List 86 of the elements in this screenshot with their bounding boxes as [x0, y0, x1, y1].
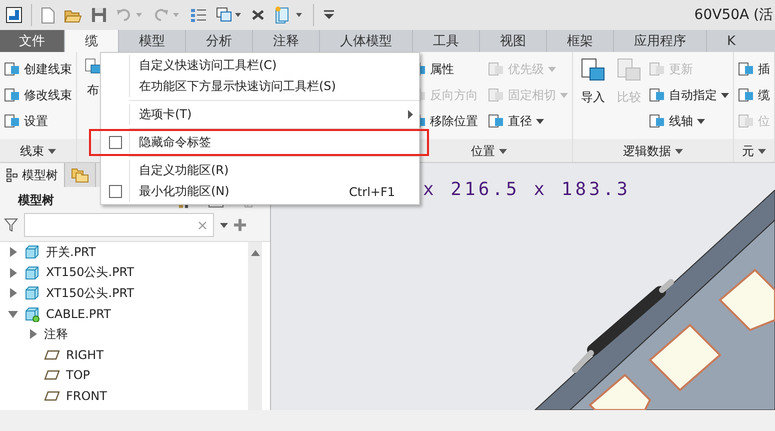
- command-icon: [488, 87, 504, 103]
- ribbon-button[interactable]: 自动指定: [649, 82, 729, 108]
- dimension-text: x 216.5 x 183.3: [423, 179, 631, 200]
- command-icon: [4, 61, 20, 77]
- scrollbar[interactable]: [248, 242, 262, 410]
- plane-icon: [44, 390, 60, 402]
- new-file-icon[interactable]: [41, 6, 55, 24]
- cube-icon: [24, 285, 40, 302]
- tree-item[interactable]: RIGHT: [66, 348, 104, 362]
- sheets-icon[interactable]: [274, 6, 304, 24]
- ribbon-button[interactable]: 直径: [488, 108, 568, 134]
- windows-icon[interactable]: [216, 7, 242, 23]
- ribbon-tab[interactable]: 缆: [64, 30, 118, 52]
- tree-item[interactable]: XT150公头.PRT: [46, 264, 134, 282]
- panel-title: 模型树: [18, 192, 54, 208]
- caret-icon: [499, 148, 507, 154]
- clear-icon[interactable]: [198, 220, 207, 230]
- command-icon: [488, 113, 504, 129]
- collapse-arrow-icon[interactable]: [8, 308, 18, 319]
- command-icon: [581, 58, 605, 81]
- menu-item[interactable]: 最小化功能区(N): [130, 183, 230, 200]
- expand-arrow-icon[interactable]: [8, 268, 18, 278]
- window-title: 60V50A (活: [694, 6, 774, 24]
- group-label[interactable]: 位置: [471, 142, 495, 160]
- expand-arrow-icon[interactable]: [8, 288, 18, 298]
- tree-item[interactable]: XT150公头.PRT: [46, 284, 134, 302]
- tree-item[interactable]: 注释: [44, 326, 68, 343]
- app-icon[interactable]: [6, 7, 22, 23]
- panel-tab[interactable]: [65, 163, 96, 187]
- ribbon-button[interactable]: 设置: [4, 108, 72, 134]
- command-icon: [649, 61, 665, 77]
- filter-icon[interactable]: [4, 218, 18, 232]
- ribbon-button[interactable]: 导入: [577, 56, 609, 140]
- plane-icon: [44, 348, 60, 361]
- checkbox[interactable]: [108, 185, 122, 198]
- ribbon-button[interactable]: 线轴: [649, 108, 729, 134]
- tree-item[interactable]: FRONT: [66, 388, 107, 403]
- shortcut-text: Ctrl+F1: [349, 184, 396, 198]
- cube-icon: [24, 306, 40, 322]
- panel-tab[interactable]: 模型树: [0, 163, 65, 187]
- folders-icon: [71, 167, 89, 183]
- checkbox[interactable]: [108, 136, 122, 149]
- ribbon-button[interactable]: 修改线束: [4, 82, 72, 108]
- caret-icon[interactable]: [220, 222, 228, 228]
- group-label[interactable]: 元: [742, 142, 754, 160]
- menu-item[interactable]: 在功能区下方显示快速访问工具栏(S): [130, 78, 336, 95]
- submenu-arrow-icon: [408, 110, 413, 119]
- command-icon: [649, 87, 665, 103]
- file-tab[interactable]: 文件: [0, 30, 64, 52]
- close-icon[interactable]: [251, 9, 265, 21]
- menu-item[interactable]: 自定义功能区(R): [130, 162, 229, 179]
- menu-item[interactable]: 选项卡(T): [130, 106, 192, 123]
- cube-icon: [24, 244, 40, 260]
- caret-icon: [675, 148, 683, 154]
- group-label[interactable]: 线束: [20, 142, 44, 160]
- plus-icon[interactable]: [234, 219, 246, 231]
- tree-item[interactable]: 开关.PRT: [46, 244, 96, 261]
- customize-toolbar-icon[interactable]: [323, 10, 335, 20]
- save-icon[interactable]: [91, 7, 107, 23]
- command-icon: [488, 61, 504, 77]
- command-icon: [738, 87, 754, 103]
- command-icon: [617, 58, 641, 81]
- regenerate-icon[interactable]: [190, 7, 207, 23]
- tree-item[interactable]: CABLE.PRT: [46, 306, 111, 321]
- plane-icon: [44, 369, 60, 382]
- tree-item[interactable]: TOP: [66, 368, 90, 382]
- command-icon: [649, 113, 665, 129]
- caret-icon: [758, 148, 766, 154]
- command-icon: [738, 113, 754, 129]
- group-label[interactable]: 逻辑数据: [623, 142, 671, 160]
- search-field[interactable]: [24, 213, 214, 237]
- ribbon-button[interactable]: 缆: [738, 82, 770, 108]
- open-folder-icon[interactable]: [64, 8, 82, 22]
- tree-icon: [6, 168, 18, 182]
- ribbon-button[interactable]: 插: [738, 56, 770, 82]
- ribbon-button[interactable]: 创建线束: [4, 56, 72, 82]
- command-icon: [738, 61, 754, 77]
- caret-icon: [48, 148, 56, 154]
- command-icon: [4, 113, 20, 129]
- scroll-up-icon[interactable]: [250, 250, 260, 256]
- cube-icon: [24, 264, 40, 281]
- menu-item[interactable]: 隐藏命令标签: [130, 134, 211, 151]
- expand-arrow-icon[interactable]: [8, 247, 18, 258]
- command-icon: [4, 87, 20, 103]
- expand-arrow-icon[interactable]: [28, 329, 38, 340]
- menu-item[interactable]: 自定义快速访问工具栏(C): [130, 57, 277, 74]
